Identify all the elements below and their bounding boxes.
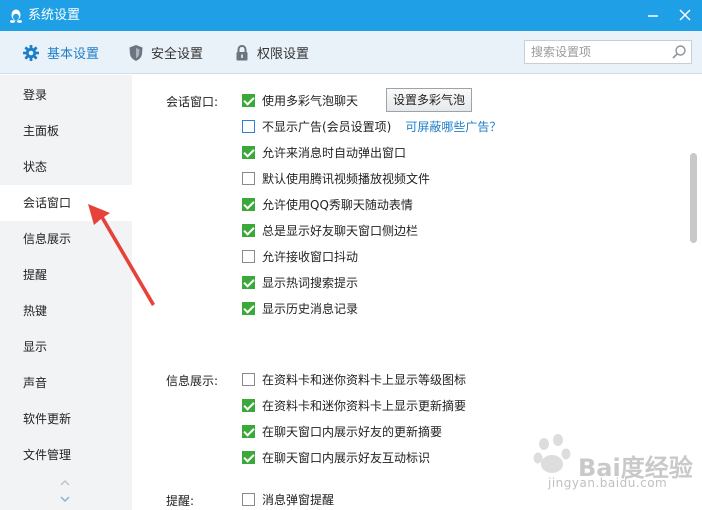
checkbox[interactable] [242,301,255,315]
option-colorful-bubble[interactable]: 使用多彩气泡聊天 [242,91,358,109]
option-update-summary-card[interactable]: 在资料卡和迷你资料卡上显示更新摘要 [242,396,466,414]
tab-permission-settings[interactable]: 权限设置 [234,31,309,74]
option-label: 显示历史消息记录 [262,301,359,316]
scrollbar-thumb[interactable] [690,153,697,243]
sidebar-item-status[interactable]: 状态 [0,149,132,185]
lock-icon [236,44,248,60]
option-friend-update-summary[interactable]: 在聊天窗口内展示好友的更新摘要 [242,422,442,440]
checkbox[interactable] [242,197,255,211]
blockable-ads-link[interactable]: 可屏蔽哪些广告？ [405,118,501,135]
option-show-sidebar[interactable]: 总是显示好友聊天窗口侧边栏 [242,221,418,239]
option-label: 消息弹窗提醒 [262,492,335,507]
checkbox[interactable] [242,119,255,133]
checkbox[interactable] [242,424,255,438]
sidebar-item-file-management[interactable]: 文件管理 [0,437,132,473]
sidebar-item-chat-window[interactable]: 会话窗口 [0,185,132,221]
gear-icon [23,44,39,61]
option-tencent-video-player[interactable]: 默认使用腾讯视频播放视频文件 [242,169,430,187]
checkbox[interactable] [242,223,255,237]
sidebar-scroll-arrows-icon[interactable] [58,476,72,506]
option-label: 默认使用腾讯视频播放视频文件 [262,171,431,186]
option-label: 在资料卡和迷你资料卡上显示等级图标 [262,372,467,387]
sidebar-item-software-update[interactable]: 软件更新 [0,401,132,437]
checkbox[interactable] [242,145,255,159]
set-colorful-bubble-button[interactable]: 设置多彩气泡 [386,88,473,112]
tab-security-settings[interactable]: 安全设置 [128,31,203,74]
search-icon[interactable] [671,44,687,60]
option-label: 使用多彩气泡聊天 [262,93,359,108]
checkbox[interactable] [242,275,255,289]
sidebar-item-display[interactable]: 显示 [0,329,132,365]
option-label: 允许接收窗口抖动 [262,249,359,264]
vertical-scrollbar[interactable] [690,153,698,243]
option-label: 在聊天窗口内展示好友的更新摘要 [262,424,443,439]
option-auto-popup-window[interactable]: 允许来消息时自动弹出窗口 [242,143,406,161]
tab-label: 安全设置 [151,47,204,62]
search-input[interactable] [525,41,665,63]
sidebar-item-login[interactable]: 登录 [0,77,132,113]
tab-basic-settings[interactable]: 基本设置 [22,31,99,74]
sidebar-item-reminder[interactable]: 提醒 [0,257,132,293]
window-title: 系统设置 [28,8,81,23]
sidebar-item-info-display[interactable]: 信息展示 [0,221,132,257]
checkbox[interactable] [242,171,255,185]
option-hide-ads[interactable]: 不显示广告(会员设置项) 可屏蔽哪些广告？ [242,117,501,135]
option-label: 允许使用QQ秀聊天随动表情 [262,197,413,212]
checkbox[interactable] [242,372,255,386]
sidebar-item-sound[interactable]: 声音 [0,365,132,401]
title-bar: 系统设置 [0,0,702,31]
option-label: 总是显示好友聊天窗口侧边栏 [262,223,419,238]
checkbox[interactable] [242,249,255,263]
option-label: 允许来消息时自动弹出窗口 [262,145,407,160]
settings-search-box[interactable] [524,40,692,64]
option-label: 在聊天窗口内展示好友互动标识 [262,450,431,465]
tab-label: 权限设置 [257,47,310,62]
option-window-shake[interactable]: 允许接收窗口抖动 [242,247,358,265]
section-label-info-display: 信息展示: [166,374,219,388]
option-label: 在资料卡和迷你资料卡上显示更新摘要 [262,398,467,413]
tab-label: 基本设置 [47,47,100,62]
settings-tab-bar: 基本设置 安全设置 权限设置 [0,31,702,74]
shield-icon [129,44,143,61]
option-level-icon[interactable]: 在资料卡和迷你资料卡上显示等级图标 [242,370,466,388]
checkbox[interactable] [242,398,255,412]
option-message-popup[interactable]: 消息弹窗提醒 [242,490,334,508]
sidebar-item-hotkeys[interactable]: 热键 [0,293,132,329]
checkbox[interactable] [242,492,255,506]
checkbox[interactable] [242,450,255,464]
section-label-chat-window: 会话窗口: [166,95,219,109]
minimize-icon[interactable] [644,6,662,24]
sidebar-item-main-panel[interactable]: 主面板 [0,113,132,149]
settings-sidebar: 登录 主面板 状态 会话窗口 信息展示 提醒 热键 显示 声音 软件更新 文件管… [0,75,132,510]
option-friend-interaction-badge[interactable]: 在聊天窗口内展示好友互动标识 [242,448,430,466]
option-label: 显示热词搜索提示 [262,275,359,290]
option-label: 不显示广告(会员设置项) [262,119,392,134]
qq-penguin-icon [10,9,22,23]
watermark-url: jingyan.baidu.com [548,476,668,490]
option-hot-search-hints[interactable]: 显示热词搜索提示 [242,273,358,291]
option-qq-show-emotes[interactable]: 允许使用QQ秀聊天随动表情 [242,195,413,213]
option-history-messages[interactable]: 显示历史消息记录 [242,299,358,317]
checkbox[interactable] [242,93,255,107]
section-label-reminder: 提醒: [166,494,195,508]
close-icon[interactable] [676,6,694,24]
